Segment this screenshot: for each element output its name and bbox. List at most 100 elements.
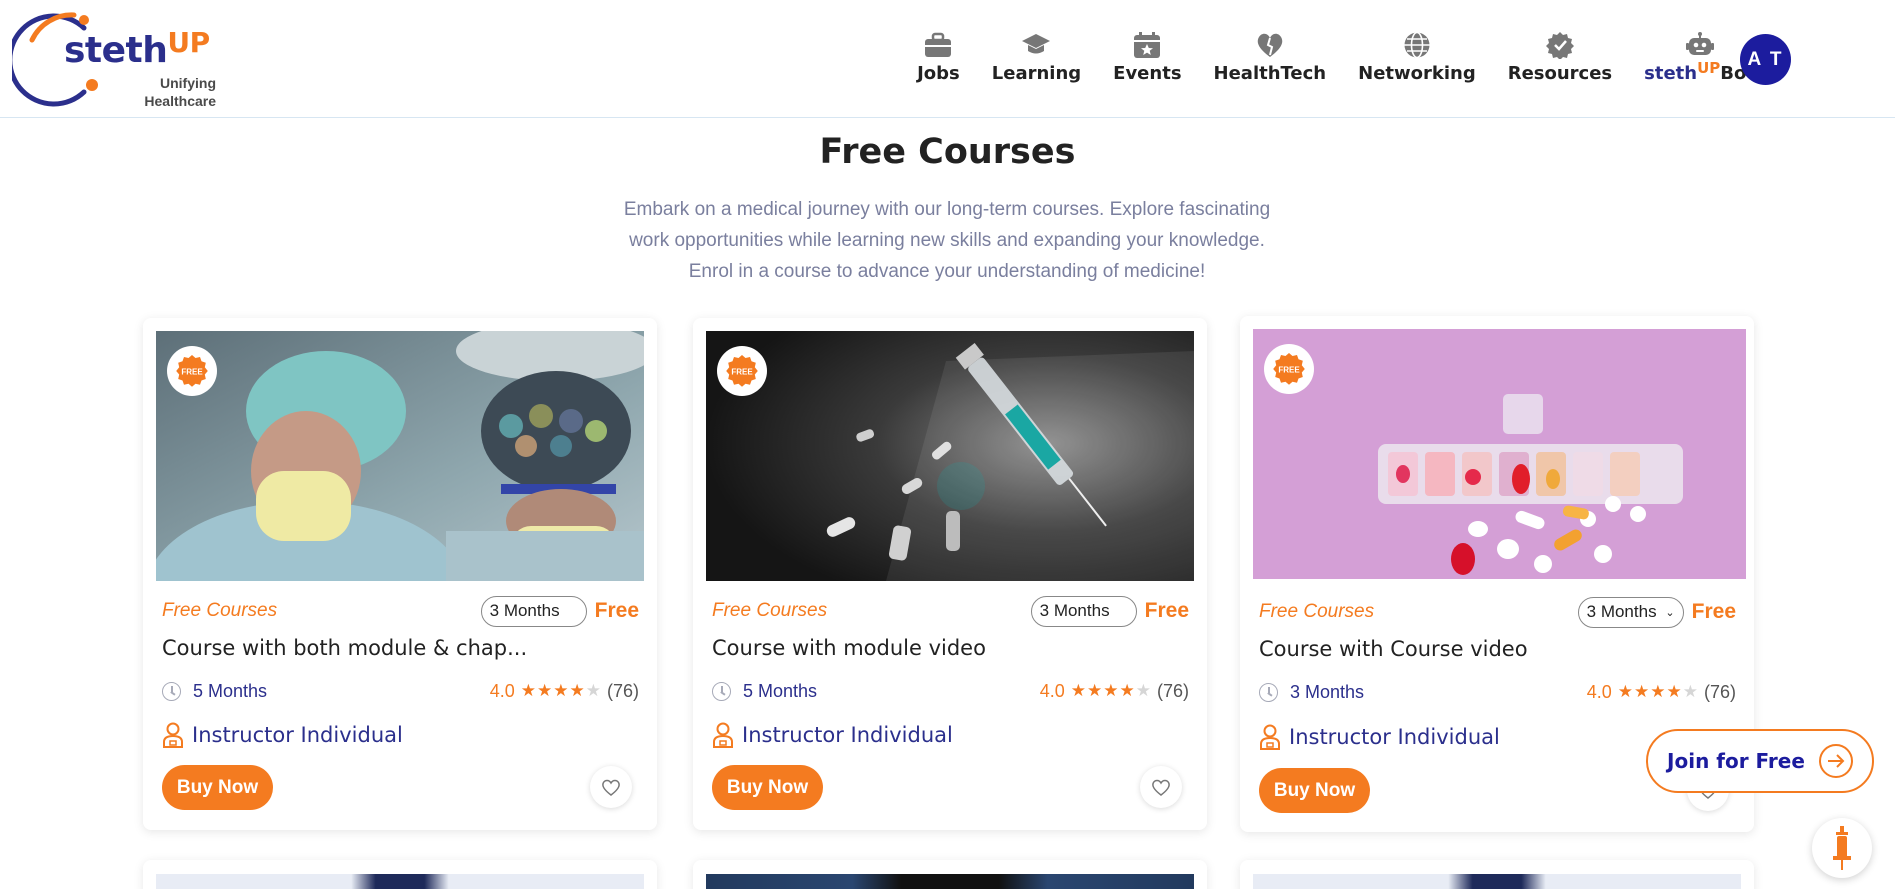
- star-rating: ★★★★★: [1617, 682, 1699, 701]
- nav-label: Jobs: [917, 63, 960, 84]
- course-card-partial[interactable]: [693, 860, 1207, 889]
- star-rating: ★★★★★: [520, 681, 602, 700]
- page-title: Free Courses: [819, 132, 1076, 172]
- main-nav: Jobs Learning Events HealthTech Networki…: [885, 30, 1755, 84]
- join-label: Join for Free: [1667, 749, 1805, 773]
- course-image-pills[interactable]: [1253, 329, 1746, 579]
- nav-item-events[interactable]: Events: [1113, 30, 1182, 84]
- card-stats-row: 5 Months 4.0 ★★★★★ (76): [162, 678, 639, 704]
- nav-item-jobs[interactable]: Jobs: [917, 30, 960, 84]
- course-card[interactable]: FREE Free Courses 3 Months Free Course w…: [143, 318, 657, 830]
- nav-label: Resources: [1507, 63, 1613, 84]
- buy-now-button[interactable]: Buy Now: [712, 765, 823, 810]
- heart-tech-icon: [1255, 30, 1285, 60]
- rating-value: 4.0: [1586, 681, 1612, 702]
- logo-wordmark: stethUP: [64, 26, 210, 71]
- nav-item-stethup-bot[interactable]: stethUPBot: [1644, 30, 1755, 84]
- stethup-logo[interactable]: stethUP Unifying Healthcare: [12, 10, 216, 110]
- heart-icon: [1152, 779, 1170, 796]
- buy-now-button[interactable]: Buy Now: [162, 765, 273, 810]
- card-meta-row: Free Courses 3 Months ⌄ Free: [1259, 596, 1736, 628]
- card-meta-row: Free Courses 3 Months Free: [162, 595, 639, 627]
- nav-label: Learning: [991, 63, 1082, 84]
- instructor-name: Instructor Individual: [742, 723, 953, 747]
- clock-icon: [162, 681, 181, 701]
- star-rating: ★★★★★: [1070, 681, 1152, 700]
- course-image-partial: [706, 874, 1194, 889]
- course-card-partial[interactable]: [143, 860, 657, 889]
- wishlist-button[interactable]: [1140, 766, 1182, 808]
- free-badge: FREE: [1264, 344, 1314, 394]
- globe-icon: [1402, 30, 1432, 60]
- course-duration: 5 Months: [743, 680, 818, 701]
- page-description: Embark on a medical journey with our lon…: [623, 199, 1271, 282]
- course-card-partial[interactable]: [1240, 860, 1754, 889]
- site-header: stethUP Unifying Healthcare Jobs Learnin…: [0, 0, 1895, 118]
- syringe-icon: [1833, 826, 1851, 870]
- course-duration: 5 Months: [193, 680, 268, 701]
- chatbot-fab[interactable]: [1812, 818, 1872, 878]
- review-count: (76): [606, 680, 639, 701]
- rating-value: 4.0: [489, 680, 515, 701]
- course-card[interactable]: FREE Free Courses 3 Months Free Course w…: [693, 318, 1207, 830]
- card-meta-row: Free Courses 3 Months Free: [712, 595, 1189, 627]
- duration-dropdown[interactable]: 3 Months: [480, 595, 587, 627]
- free-badge-icon: FREE: [176, 355, 208, 387]
- course-image-syringe[interactable]: [706, 331, 1194, 581]
- nav-label: HealthTech: [1213, 63, 1327, 84]
- course-category: Free Courses: [162, 600, 278, 621]
- duration-dropdown-value: 3 Months: [489, 601, 560, 620]
- course-title[interactable]: Course with both module & chap...: [162, 636, 527, 660]
- duration-dropdown[interactable]: 3 Months: [1030, 595, 1137, 627]
- nav-item-resources[interactable]: Resources: [1508, 30, 1612, 84]
- instructor-name: Instructor Individual: [1289, 725, 1500, 749]
- instructor-row[interactable]: Instructor Individual: [1259, 720, 1500, 754]
- duration-dropdown[interactable]: 3 Months ⌄: [1577, 596, 1684, 628]
- instructor-icon: [713, 722, 733, 748]
- course-category: Free Courses: [1259, 601, 1375, 622]
- nav-label-bot: stethUPBot: [1644, 59, 1755, 84]
- course-price: Free: [1144, 599, 1189, 622]
- chevron-down-icon: ⌄: [1665, 606, 1675, 619]
- card-stats-row: 3 Months 4.0 ★★★★★ (76): [1259, 679, 1736, 705]
- instructor-icon: [1260, 724, 1280, 750]
- robot-icon: [1685, 30, 1715, 60]
- course-price: Free: [594, 599, 639, 622]
- calendar-star-icon: [1132, 30, 1162, 60]
- course-category: Free Courses: [712, 600, 828, 621]
- svg-text:FREE: FREE: [731, 368, 753, 377]
- wishlist-button[interactable]: [590, 766, 632, 808]
- clock-icon: [712, 681, 731, 701]
- course-title[interactable]: Course with Course video: [1259, 637, 1528, 661]
- rating-value: 4.0: [1039, 680, 1065, 701]
- review-count: (76): [1156, 680, 1189, 701]
- free-badge-icon: FREE: [726, 355, 758, 387]
- instructor-name: Instructor Individual: [192, 723, 403, 747]
- arrow-right-icon: [1818, 744, 1853, 778]
- course-price: Free: [1691, 600, 1736, 623]
- instructor-icon: [163, 722, 183, 748]
- graduation-cap-icon: [1021, 30, 1051, 60]
- svg-text:FREE: FREE: [181, 368, 203, 377]
- duration-dropdown-value: 3 Months: [1586, 602, 1657, 621]
- join-for-free-button[interactable]: Join for Free: [1646, 729, 1874, 793]
- course-image-partial: [156, 874, 644, 889]
- user-avatar[interactable]: A T: [1740, 34, 1791, 85]
- nav-item-learning[interactable]: Learning: [992, 30, 1081, 84]
- duration-dropdown-value: 3 Months: [1039, 601, 1110, 620]
- review-count: (76): [1703, 681, 1736, 702]
- nav-label: Events: [1113, 63, 1182, 84]
- course-image-surgeons[interactable]: [156, 331, 644, 581]
- svg-text:FREE: FREE: [1278, 366, 1300, 375]
- instructor-row[interactable]: Instructor Individual: [712, 718, 953, 752]
- nav-item-healthtech[interactable]: HealthTech: [1213, 30, 1327, 84]
- buy-now-button[interactable]: Buy Now: [1259, 768, 1370, 813]
- nav-item-networking[interactable]: Networking: [1358, 30, 1476, 84]
- heart-icon: [602, 779, 620, 796]
- logo-tagline: Unifying Healthcare: [144, 75, 216, 109]
- course-title[interactable]: Course with module video: [712, 636, 986, 660]
- gear-check-icon: [1545, 30, 1575, 60]
- free-badge: FREE: [717, 346, 767, 396]
- course-image-partial: [1253, 874, 1741, 889]
- instructor-row[interactable]: Instructor Individual: [162, 718, 403, 752]
